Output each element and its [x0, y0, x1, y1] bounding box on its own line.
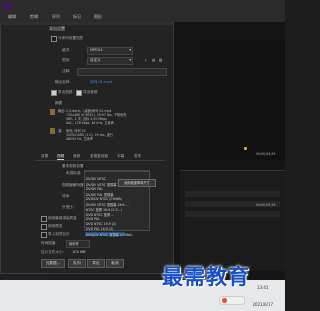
app-icon — [3, 2, 11, 10]
tooltip: 使用帧速率和尺寸 — [118, 179, 156, 187]
tab-video[interactable]: 视频 — [57, 154, 65, 160]
menu-item-clip[interactable]: 剪辑 — [30, 14, 38, 20]
comment-label: 注释: — [62, 69, 71, 73]
file-size-label: 估计文件大小: — [41, 250, 64, 254]
export-button[interactable]: 导出 — [87, 259, 105, 268]
dropdown-option[interactable]: DVD PAL 16:9 (2) — [86, 227, 113, 231]
program-monitor-view — [200, 40, 285, 160]
summary-output-line: AAC, 128 kbps, 48 kHz, 立体声 — [66, 121, 114, 125]
output-name-link[interactable]: 序列 01.mp4 — [90, 80, 112, 85]
preset-label: 预设: — [62, 58, 71, 62]
max-render-quality-checkbox[interactable] — [41, 216, 47, 222]
program-timecode: 00;00;04;29 — [256, 152, 276, 156]
export-audio-checkbox[interactable] — [76, 90, 82, 96]
menu-item-sequence[interactable]: 序列 — [52, 14, 60, 20]
video-codec-label: 视频编解码器 — [62, 183, 84, 187]
use-preview-label: 使用预览 — [48, 224, 63, 228]
aspect-label: 长宽比: — [62, 205, 74, 209]
export-video-checkbox[interactable] — [51, 90, 57, 96]
time-interpolation-value: 帧采样 — [69, 242, 79, 246]
chevron-down-icon: ▾ — [129, 58, 131, 62]
dialog-title-bar — [0, 22, 172, 25]
taskbar-clock[interactable]: 13:41 2021/6/17 — [252, 285, 273, 307]
dropdown-option[interactable]: DVD/DV NTSC (CHINA) — [86, 197, 122, 201]
format-value: MPEG4 — [90, 48, 103, 52]
dropdown-option[interactable]: DVD PAL — [86, 217, 100, 221]
delete-preset-icon[interactable]: ▥ — [159, 58, 162, 62]
field-order-label: 场序: — [62, 194, 71, 198]
preset-select[interactable]: 自定义 ▾ — [87, 57, 133, 65]
dropdown-option-selected[interactable]: DVD/DV NTSC 宽银幕 (CHINA) — [86, 232, 132, 237]
dropdown-option[interactable]: DV/DV NTSC — [86, 177, 106, 181]
time-interpolation-select[interactable]: 帧采样 — [66, 240, 90, 248]
marker-icon — [244, 147, 247, 150]
timeline-panel — [180, 170, 285, 271]
timeline-track — [185, 191, 280, 197]
taskbar-date: 2021/6/17 — [252, 302, 273, 307]
queue-button[interactable]: 队列 — [68, 259, 86, 268]
import-project-checkbox[interactable] — [41, 232, 47, 238]
menu-item-graphics[interactable]: 图形 — [94, 14, 102, 20]
weather-widget[interactable] — [219, 296, 245, 305]
source-summary-icon — [50, 128, 55, 134]
max-render-quality-label: 使用最高渲染质量 — [48, 216, 77, 220]
weather-icon — [222, 298, 227, 303]
tab-multiplexer[interactable]: 多路复用器 — [90, 154, 108, 159]
export-video-label: 导出视频 — [58, 90, 73, 94]
summary-heading: 摘要 — [55, 101, 63, 105]
taskbar-time: 13:41 — [256, 285, 269, 290]
tab-publish[interactable]: 发布 — [134, 154, 141, 159]
comment-input[interactable] — [77, 68, 167, 76]
menu-item-marker[interactable]: 标记 — [73, 14, 81, 20]
tab-audio[interactable]: 音频 — [73, 154, 80, 159]
summary-source-label: 源: — [58, 129, 63, 133]
save-preset-icon[interactable]: ⤓ — [145, 58, 147, 62]
dropdown-option[interactable]: DVD NTSC 16:9 (2) — [86, 222, 116, 226]
time-interpolation-label: 时间插值: — [41, 241, 57, 245]
metadata-button[interactable]: 元数据... — [41, 259, 65, 268]
cancel-button[interactable]: 取消 — [106, 259, 124, 268]
chevron-down-icon: ▾ — [129, 48, 131, 52]
timeline-track — [185, 211, 280, 217]
match-sequence-checkbox[interactable] — [51, 36, 57, 42]
match-sequence-label: 与序列设置匹配 — [58, 36, 84, 40]
watermark: 最需教育 — [162, 264, 250, 289]
file-size-value: 105 MB — [72, 250, 86, 254]
dropdown-option[interactable]: DV/DV PAL — [86, 187, 103, 191]
summary-source-line: 48000 Hz, 立体声 — [66, 137, 93, 141]
export-audio-label: 导出音频 — [83, 90, 98, 94]
format-label: 格式: — [62, 48, 71, 52]
tv-standard-label: 电视标准: — [66, 171, 82, 175]
basic-video-settings-label: 基本视频设置 — [62, 164, 84, 168]
use-preview-checkbox[interactable] — [41, 224, 47, 230]
import-project-label: 导入到项目中 — [48, 232, 70, 236]
summary-output-label: 输出: — [58, 109, 66, 113]
menubar: 编辑 剪辑 序列 标记 图形 — [0, 0, 285, 22]
output-name-label: 输出名称: — [55, 80, 71, 84]
preset-value: 自定义 — [90, 58, 101, 62]
import-preset-icon[interactable]: ▤ — [152, 58, 155, 62]
timeline-timecode: 00;00;09;29 — [256, 203, 276, 207]
dialog-title: 导出设置 — [49, 26, 65, 31]
tab-effects[interactable]: 效果 — [41, 154, 48, 159]
format-select[interactable]: MPEG4 ▾ — [87, 47, 133, 55]
menu-item-edit[interactable]: 编辑 — [8, 14, 16, 20]
tabs-divider — [35, 160, 165, 161]
tab-captions[interactable]: 字幕 — [117, 154, 124, 159]
output-summary-icon — [50, 109, 55, 115]
